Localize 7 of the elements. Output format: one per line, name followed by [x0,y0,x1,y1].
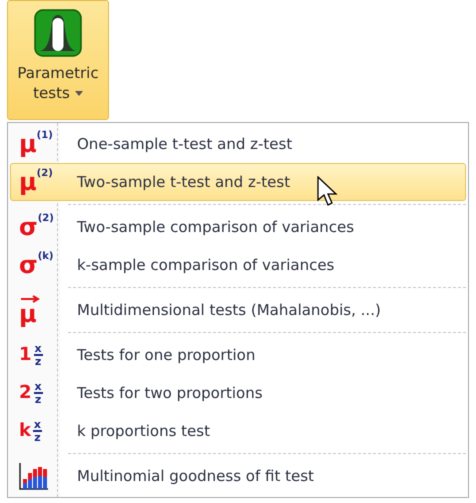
bar-chart-icon [19,462,49,490]
cursor-icon [317,176,339,208]
parametric-tests-button[interactable]: Parametric tests [7,0,109,120]
menu-item[interactable]: Multinomial goodness of fit test [10,457,466,495]
caret-icon [74,91,83,96]
menu-item[interactable]: μ Multidimensional tests (Mahalanobis, ...) [10,291,466,329]
distribution-icon [34,9,82,57]
